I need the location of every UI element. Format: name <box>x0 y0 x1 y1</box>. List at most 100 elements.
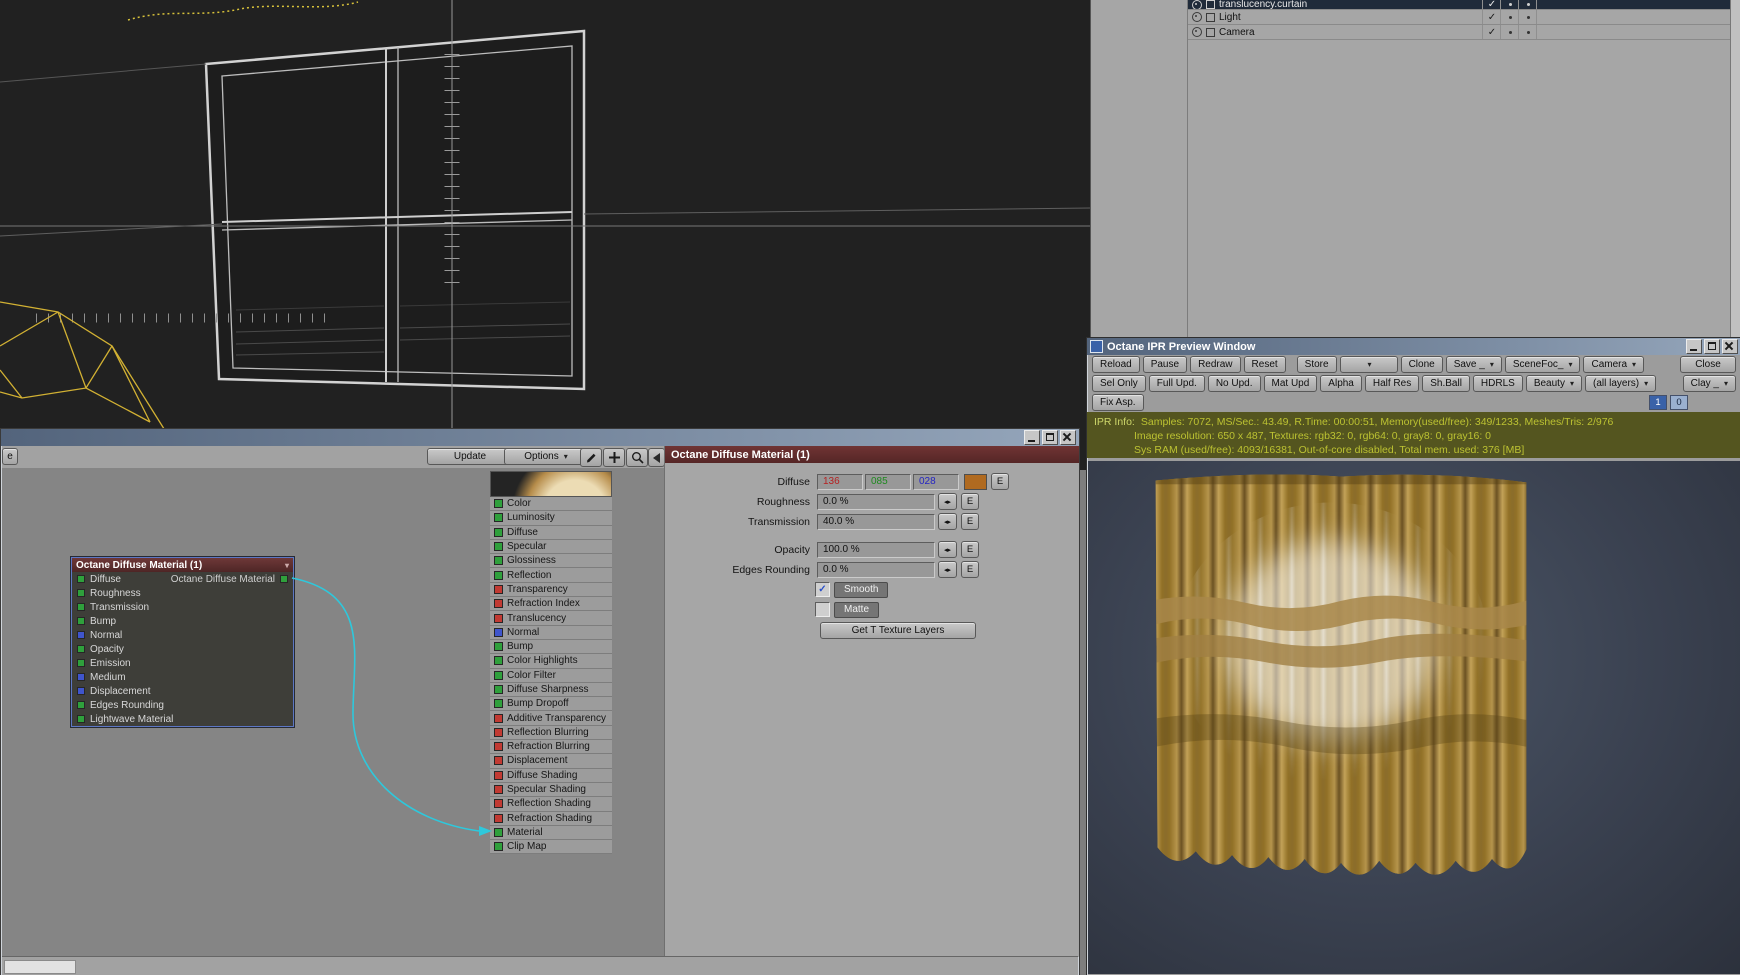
reload-button[interactable]: Reload <box>1092 356 1140 373</box>
channel-row[interactable]: Refraction Index <box>490 597 612 612</box>
roughness-envelope-button[interactable]: E <box>961 493 979 510</box>
check-icon[interactable] <box>1482 0 1501 9</box>
pause-button[interactable]: Pause <box>1142 356 1188 373</box>
transmission-envelope-button[interactable]: E <box>961 513 979 530</box>
input-socket-icon[interactable] <box>77 631 85 639</box>
channel-row[interactable]: Specular <box>490 539 612 555</box>
input-socket-icon[interactable] <box>77 575 85 583</box>
scene-focus-dropdown[interactable]: SceneFoc_ <box>1504 356 1581 373</box>
channel-row[interactable]: Color <box>490 497 612 512</box>
roughness-stepper[interactable] <box>938 493 957 510</box>
channel-row[interactable]: Translucency <box>490 611 612 626</box>
node-editor-titlebar[interactable] <box>1 429 1079 446</box>
maximize-button[interactable] <box>1042 430 1058 445</box>
edges-rounding-field[interactable]: 0.0 % <box>817 561 935 578</box>
input-socket-icon[interactable] <box>77 673 85 681</box>
full-upd-button[interactable]: Full Upd. <box>1148 375 1205 392</box>
diffuse-envelope-button[interactable]: E <box>991 473 1009 490</box>
layers-dropdown[interactable]: (all layers) <box>1584 375 1657 392</box>
opacity-field[interactable]: 100.0 % <box>817 541 935 558</box>
clone-button[interactable]: Clone <box>1400 356 1443 373</box>
matte-toggle[interactable]: Matte <box>834 601 880 618</box>
get-t-texture-layers-button[interactable]: Get T Texture Layers <box>820 622 976 639</box>
node-input-row[interactable]: Medium <box>72 670 293 684</box>
edges-rounding-stepper[interactable] <box>938 561 957 578</box>
diffuse-g-field[interactable]: 085 <box>865 473 911 490</box>
input-socket-icon[interactable] <box>77 687 85 695</box>
channel-row[interactable]: Glossiness <box>490 554 612 569</box>
check-icon[interactable] <box>1482 10 1501 24</box>
ipr-render-view[interactable] <box>1088 461 1740 974</box>
minimize-button[interactable] <box>1686 339 1702 354</box>
options-button[interactable]: Options <box>504 448 588 465</box>
store-dropdown[interactable] <box>1339 356 1398 373</box>
close-render-button[interactable]: Close <box>1680 356 1736 373</box>
close-button[interactable] <box>1722 339 1738 354</box>
edit-pencil-icon[interactable] <box>580 448 602 467</box>
update-button[interactable]: Update <box>427 448 513 465</box>
beauty-dropdown[interactable]: Beauty <box>1525 375 1582 392</box>
channel-row[interactable]: Diffuse <box>490 525 612 540</box>
channel-row[interactable]: Bump Dropoff <box>490 697 612 712</box>
node-input-row[interactable]: Edges Rounding <box>72 698 293 712</box>
smooth-toggle[interactable]: Smooth <box>834 581 889 598</box>
node-input-row[interactable]: Displacement <box>72 684 293 698</box>
half-res-button[interactable]: Half Res <box>1364 375 1420 392</box>
node-input-row[interactable]: Emission <box>72 656 293 670</box>
node-input-row[interactable]: Lightwave Material <box>72 712 293 726</box>
input-socket-icon[interactable] <box>77 617 85 625</box>
channel-row[interactable]: Reflection <box>490 568 612 583</box>
transmission-stepper[interactable] <box>938 513 957 530</box>
visibility-icon[interactable] <box>1192 0 1202 9</box>
counter-right-field[interactable]: 0 <box>1670 395 1688 410</box>
scene-row-light[interactable]: Light <box>1188 10 1740 25</box>
input-socket-icon[interactable] <box>77 659 85 667</box>
channel-row[interactable]: Transparency <box>490 582 612 598</box>
zoom-icon[interactable] <box>626 448 648 467</box>
channel-row[interactable]: Displacement <box>490 754 612 769</box>
matte-checkbox[interactable] <box>815 602 830 617</box>
opacity-envelope-button[interactable]: E <box>961 541 979 558</box>
sh-ball-button[interactable]: Sh.Ball <box>1422 375 1470 392</box>
visibility-icon[interactable] <box>1192 27 1202 37</box>
clay-dropdown[interactable]: Clay _ <box>1682 375 1736 392</box>
node-input-row[interactable]: Normal <box>72 628 293 642</box>
save-dropdown[interactable]: Save _ <box>1445 356 1502 373</box>
redraw-button[interactable]: Redraw <box>1190 356 1241 373</box>
channel-row[interactable]: Bump <box>490 639 612 655</box>
node-input-row[interactable]: Transmission <box>72 600 293 614</box>
channel-row[interactable]: Reflection Shading <box>490 797 612 812</box>
store-button[interactable]: Store <box>1296 356 1337 373</box>
counter-left-field[interactable]: 1 <box>1649 395 1667 410</box>
transmission-field[interactable]: 40.0 % <box>817 513 935 530</box>
channel-row[interactable]: Color Highlights <box>490 654 612 669</box>
diffuse-b-field[interactable]: 028 <box>913 473 959 490</box>
sel-only-button[interactable]: Sel Only <box>1092 375 1146 392</box>
diffuse-r-field[interactable]: 136 <box>817 473 863 490</box>
mat-upd-button[interactable]: Mat Upd <box>1263 375 1318 392</box>
input-socket-icon[interactable] <box>77 589 85 597</box>
scrollbar[interactable] <box>1730 0 1740 337</box>
channel-row[interactable]: Luminosity <box>490 511 612 526</box>
node-input-row[interactable]: Diffuse Octane Diffuse Material <box>72 572 293 586</box>
channel-row[interactable]: Clip Map <box>490 840 612 855</box>
fix-asp-button[interactable]: Fix Asp. <box>1092 394 1144 411</box>
pan-icon[interactable] <box>603 448 625 467</box>
node-input-row[interactable]: Bump <box>72 614 293 628</box>
channel-row[interactable]: Refraction Blurring <box>490 740 612 755</box>
input-socket-icon[interactable] <box>77 715 85 723</box>
visibility-icon[interactable] <box>1192 12 1202 22</box>
channel-row[interactable]: Diffuse Shading <box>490 768 612 783</box>
perspective-viewport[interactable] <box>0 0 1091 470</box>
maximize-button[interactable] <box>1704 339 1720 354</box>
scene-row-curtain[interactable]: translucency.curtain <box>1188 0 1740 10</box>
channel-row[interactable]: Specular Shading <box>490 782 612 798</box>
hdrls-button[interactable]: HDRLS <box>1472 375 1523 392</box>
channel-row[interactable]: Additive Transparency <box>490 711 612 726</box>
smooth-checkbox[interactable] <box>815 582 830 597</box>
close-button[interactable] <box>1060 430 1076 445</box>
node-input-row[interactable]: Opacity <box>72 642 293 656</box>
camera-dropdown[interactable]: Camera <box>1583 356 1645 373</box>
octane-diffuse-material-node[interactable]: Octane Diffuse Material (1) Diffuse Octa… <box>71 557 294 727</box>
channel-row[interactable]: Color Filter <box>490 668 612 683</box>
